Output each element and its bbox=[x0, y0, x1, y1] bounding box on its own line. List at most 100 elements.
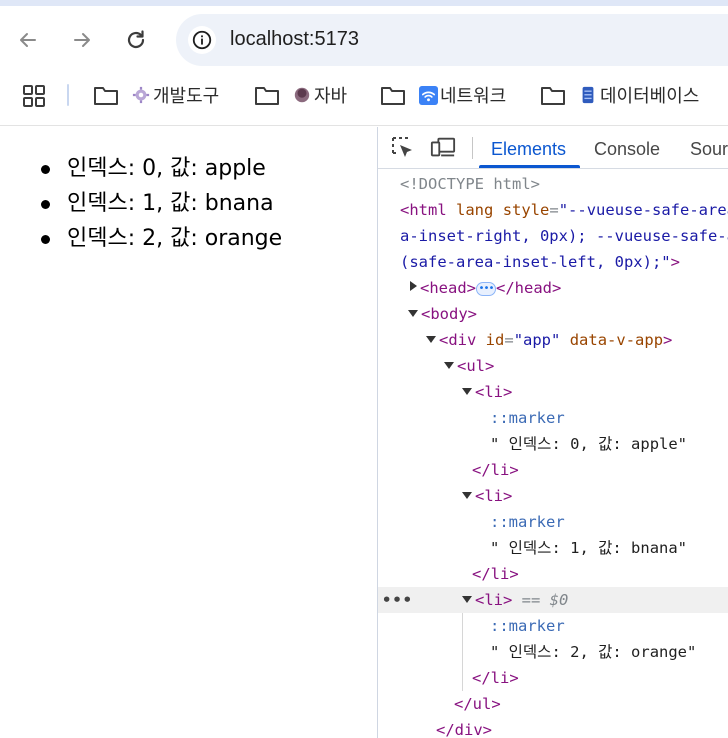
back-button[interactable] bbox=[14, 26, 42, 54]
list-item: 인덱스: 0, 값: apple bbox=[0, 151, 282, 186]
dom-node-li-close: </li> bbox=[472, 665, 519, 691]
doctype-text: <!DOCTYPE html> bbox=[400, 175, 540, 193]
folder-icon bbox=[94, 87, 118, 105]
dom-node-div-close: </div> bbox=[436, 717, 492, 738]
node-actions-icon[interactable]: ••• bbox=[382, 587, 413, 613]
attr-id: id bbox=[485, 331, 505, 349]
attr-lang: lang bbox=[456, 201, 494, 219]
expand-triangle-icon[interactable] bbox=[410, 281, 417, 291]
tag-ul-close: </ul> bbox=[454, 695, 501, 713]
tab-sources[interactable]: Sour bbox=[690, 139, 728, 160]
dom-node-li-close: </li> bbox=[472, 457, 519, 483]
address-bar[interactable]: localhost:5173 bbox=[176, 14, 728, 66]
tag-li-close: </li> bbox=[472, 669, 519, 687]
bookmark-folder-dev-tools[interactable]: 개발도구 bbox=[93, 80, 219, 110]
collapse-triangle-icon[interactable] bbox=[462, 492, 472, 499]
text-node: " 인덱스: 2, 값: orange" bbox=[490, 643, 697, 661]
attr-data-v-app: data-v-app bbox=[569, 331, 664, 349]
bookmark-label: 데이터베이스 bbox=[600, 86, 700, 107]
bookmark-label: 자바 bbox=[314, 86, 348, 107]
tag-li: <li> bbox=[475, 591, 513, 609]
device-toolbar-icon[interactable] bbox=[430, 135, 456, 161]
browser-toolbar: localhost:5173 bbox=[0, 6, 728, 74]
tag-li-close: </li> bbox=[472, 565, 519, 583]
dom-node-text[interactable]: " 인덱스: 2, 값: orange" bbox=[490, 639, 696, 665]
tree-guide-line bbox=[462, 613, 463, 691]
list-item: 인덱스: 2, 값: orange bbox=[0, 221, 282, 256]
dom-node-html[interactable]: <html lang style="--vueuse-safe-area- bbox=[400, 197, 728, 223]
tag-div: <div bbox=[439, 331, 477, 349]
arrow-right-icon bbox=[74, 33, 90, 47]
dom-node-marker[interactable]: ::marker bbox=[490, 509, 565, 535]
pseudo-marker: ::marker bbox=[490, 617, 565, 635]
tab-console[interactable]: Console bbox=[594, 139, 660, 160]
bookmark-folder-java[interactable]: 자바 bbox=[254, 80, 347, 110]
devtools-toolbar-divider bbox=[472, 137, 473, 159]
list-item-text: 인덱스: 0, 값: apple bbox=[67, 156, 266, 181]
tag-li: <li> bbox=[475, 383, 513, 401]
apps-grid-icon[interactable] bbox=[22, 84, 46, 108]
pseudo-marker: ::marker bbox=[490, 409, 565, 427]
dom-node-ul[interactable]: <ul> bbox=[444, 353, 494, 379]
site-info-button[interactable] bbox=[188, 26, 216, 54]
collapse-triangle-icon[interactable] bbox=[462, 388, 472, 395]
dom-node-li[interactable]: <li> bbox=[462, 483, 512, 509]
dom-node-doctype[interactable]: <!DOCTYPE html> bbox=[400, 171, 540, 197]
bookmark-folder-network[interactable]: 네트워크 bbox=[380, 80, 506, 110]
forward-button[interactable] bbox=[68, 26, 96, 54]
text-node: " 인덱스: 0, 값: apple" bbox=[490, 435, 688, 453]
tag-head-close: </head> bbox=[496, 279, 562, 297]
bullet-marker bbox=[41, 200, 50, 209]
folder-icon bbox=[541, 87, 565, 105]
collapse-triangle-icon[interactable] bbox=[408, 310, 418, 317]
bookmark-folder-database[interactable]: 데이터베이스 bbox=[540, 80, 699, 110]
active-tab-indicator bbox=[479, 165, 580, 168]
inspect-element-icon[interactable] bbox=[390, 135, 416, 161]
dom-node-div-app[interactable]: <div id="app" data-v-app> bbox=[426, 327, 672, 353]
bookmark-label: 개발도구 bbox=[153, 86, 220, 107]
tag-div-close: </div> bbox=[436, 721, 492, 738]
page-viewport: 인덱스: 0, 값: apple 인덱스: 1, 값: bnana 인덱스: 2… bbox=[0, 127, 377, 738]
dom-node-head[interactable]: <head> ••• </head> bbox=[410, 275, 561, 301]
collapse-triangle-icon[interactable] bbox=[444, 362, 454, 369]
fruit-list: 인덱스: 0, 값: apple 인덱스: 1, 값: bnana 인덱스: 2… bbox=[0, 151, 282, 256]
url-text[interactable]: localhost:5173 bbox=[230, 28, 359, 51]
list-item-text: 인덱스: 1, 값: bnana bbox=[67, 191, 274, 216]
dom-node-li-selected[interactable]: ••• <li> == $0 bbox=[378, 587, 728, 613]
dom-node-marker[interactable]: ::marker bbox=[490, 405, 565, 431]
dom-node-li[interactable]: <li> bbox=[462, 379, 512, 405]
attr-style-value: "--vueuse-safe-area- bbox=[558, 201, 728, 219]
list-item: 인덱스: 1, 값: bnana bbox=[0, 186, 282, 221]
collapse-triangle-icon[interactable] bbox=[462, 596, 472, 603]
dom-node-text[interactable]: " 인덱스: 0, 값: apple" bbox=[490, 431, 687, 457]
dom-node-html-continued: a-inset-right, 0px); --vueuse-safe-ar bbox=[400, 223, 728, 249]
tag-li-close: </li> bbox=[472, 461, 519, 479]
attr-style-value-end: (safe-area-inset-left, 0px);" bbox=[400, 253, 671, 271]
reload-icon bbox=[127, 30, 145, 49]
tab-elements[interactable]: Elements bbox=[491, 139, 566, 160]
tag-head: <head> bbox=[420, 279, 476, 297]
arrow-left-icon bbox=[20, 33, 36, 47]
dom-node-html-continued: (safe-area-inset-left, 0px);"> bbox=[400, 253, 680, 271]
dom-node-li-close: </li> bbox=[472, 561, 519, 587]
dom-node-body[interactable]: <body> bbox=[408, 301, 477, 327]
dom-node-text[interactable]: " 인덱스: 1, 값: bnana" bbox=[490, 535, 687, 561]
tag-ul: <ul> bbox=[457, 357, 495, 375]
reload-button[interactable] bbox=[122, 26, 150, 54]
collapsed-ellipsis-icon[interactable]: ••• bbox=[476, 281, 496, 296]
bullet-marker bbox=[41, 235, 50, 244]
wifi-icon bbox=[418, 85, 438, 105]
folder-icon bbox=[255, 87, 279, 105]
dom-node-marker[interactable]: ::marker bbox=[490, 613, 565, 639]
bullet-marker bbox=[41, 165, 50, 174]
selected-node-ref: == $0 bbox=[521, 591, 569, 609]
bookmark-label: 네트워크 bbox=[440, 86, 507, 107]
collapse-triangle-icon[interactable] bbox=[426, 336, 436, 343]
tag-html: <html bbox=[400, 201, 447, 219]
pseudo-marker: ::marker bbox=[490, 513, 565, 531]
attr-id-value: "app" bbox=[513, 331, 561, 349]
list-item-text: 인덱스: 2, 값: orange bbox=[67, 226, 283, 251]
database-icon bbox=[578, 85, 598, 105]
dom-node-ul-close: </ul> bbox=[454, 691, 501, 717]
bookmarks-bar: 개발도구 자바 네트워크 데이터베이스 bbox=[0, 74, 728, 126]
